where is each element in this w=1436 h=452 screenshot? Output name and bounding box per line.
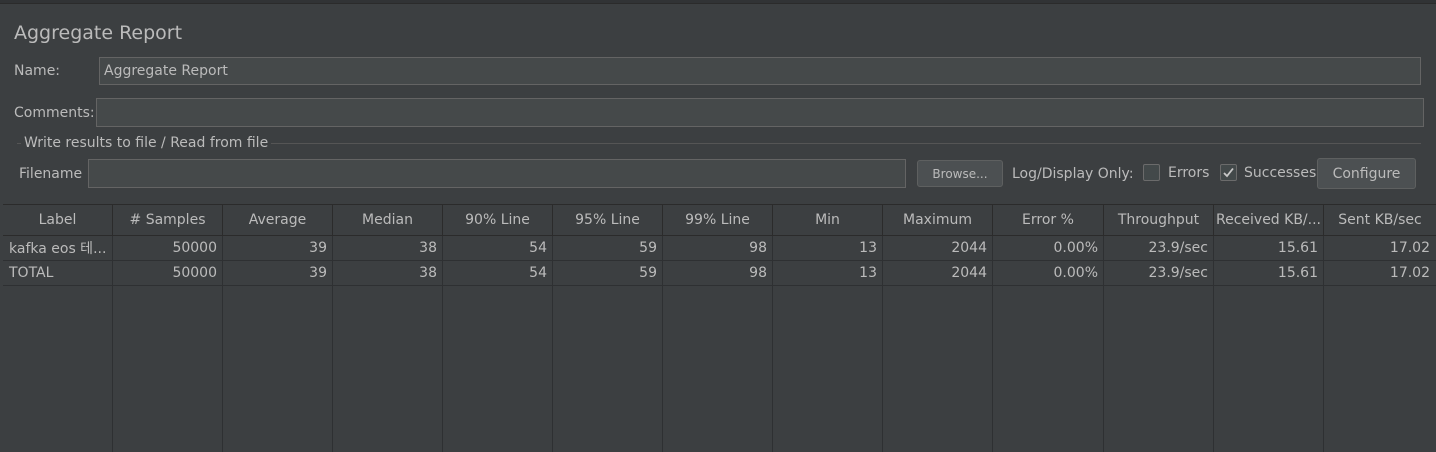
column-header-average[interactable]: Average bbox=[223, 205, 333, 235]
column-header-99-line[interactable]: 99% Line bbox=[663, 205, 773, 235]
cell-min: 13 bbox=[859, 240, 877, 256]
cell-90-line: 54 bbox=[529, 240, 547, 256]
name-label: Name: bbox=[14, 63, 61, 79]
top-divider bbox=[0, 0, 1436, 4]
browse-button[interactable]: Browse... bbox=[917, 160, 1003, 187]
cell-samples: 50000 bbox=[172, 265, 217, 281]
cell-average: 39 bbox=[309, 240, 327, 256]
cell-min: 13 bbox=[859, 265, 877, 281]
cell-90-line: 54 bbox=[529, 265, 547, 281]
panel-title: Aggregate Report bbox=[14, 22, 183, 44]
column-header-received-kb[interactable]: Received KB/... bbox=[1214, 205, 1324, 235]
successes-label: Successes bbox=[1244, 165, 1317, 181]
column-header-90-line[interactable]: 90% Line bbox=[443, 205, 553, 235]
column-header-median[interactable]: Median bbox=[333, 205, 443, 235]
cell-median: 38 bbox=[419, 265, 437, 281]
column-header-maximum[interactable]: Maximum bbox=[883, 205, 993, 235]
table-header: Label # Samples Average Median 90% Line … bbox=[3, 204, 1436, 236]
file-group-title: Write results to file / Read from file bbox=[21, 135, 272, 151]
filename-label: Filename bbox=[19, 166, 83, 182]
cell-received-kb: 15.61 bbox=[1277, 265, 1318, 281]
log-display-only-label: Log/Display Only: bbox=[1012, 166, 1134, 182]
table-row-total[interactable]: TOTAL 50000 39 38 54 59 98 13 2044 0.00%… bbox=[3, 261, 1436, 286]
comments-label: Comments: bbox=[14, 105, 95, 121]
cell-sent-kb: 17.02 bbox=[1389, 240, 1430, 256]
cell-99-line: 98 bbox=[749, 265, 767, 281]
cell-throughput: 23.9/sec bbox=[1148, 240, 1209, 256]
name-input[interactable] bbox=[99, 57, 1421, 85]
errors-label: Errors bbox=[1168, 165, 1210, 181]
filename-input[interactable] bbox=[88, 159, 906, 188]
column-header-95-line[interactable]: 95% Line bbox=[553, 205, 663, 235]
column-header-min[interactable]: Min bbox=[773, 205, 883, 235]
cell-sent-kb: 17.02 bbox=[1389, 265, 1430, 281]
checkmark-icon bbox=[1223, 167, 1234, 178]
cell-99-line: 98 bbox=[749, 240, 767, 256]
cell-95-line: 59 bbox=[639, 265, 657, 281]
cell-samples: 50000 bbox=[172, 240, 217, 256]
column-header-error-percent[interactable]: Error % bbox=[993, 205, 1104, 235]
cell-95-line: 59 bbox=[639, 240, 657, 256]
successes-checkbox[interactable] bbox=[1220, 164, 1237, 181]
cell-label: TOTAL bbox=[9, 265, 54, 281]
column-header-samples[interactable]: # Samples bbox=[113, 205, 223, 235]
cell-average: 39 bbox=[309, 265, 327, 281]
column-header-throughput[interactable]: Throughput bbox=[1104, 205, 1214, 235]
cell-error-percent: 0.00% bbox=[1053, 265, 1098, 281]
column-header-sent-kb[interactable]: Sent KB/sec bbox=[1324, 205, 1436, 235]
cell-received-kb: 15.61 bbox=[1277, 240, 1318, 256]
comments-input[interactable] bbox=[96, 98, 1424, 127]
table-row[interactable]: kafka eos 테... 50000 39 38 54 59 98 13 2… bbox=[3, 236, 1436, 261]
cell-median: 38 bbox=[419, 240, 437, 256]
cell-maximum: 2044 bbox=[951, 265, 987, 281]
aggregate-report-panel: Aggregate Report Name: Comments: Write r… bbox=[0, 0, 1436, 452]
table-body: kafka eos 테... 50000 39 38 54 59 98 13 2… bbox=[3, 236, 1436, 452]
cell-throughput: 23.9/sec bbox=[1148, 265, 1209, 281]
column-header-label[interactable]: Label bbox=[3, 205, 113, 235]
cell-maximum: 2044 bbox=[951, 240, 987, 256]
cell-label: kafka eos 테... bbox=[9, 241, 107, 257]
configure-button[interactable]: Configure bbox=[1317, 158, 1416, 189]
errors-checkbox[interactable] bbox=[1143, 164, 1160, 181]
cell-error-percent: 0.00% bbox=[1053, 240, 1098, 256]
